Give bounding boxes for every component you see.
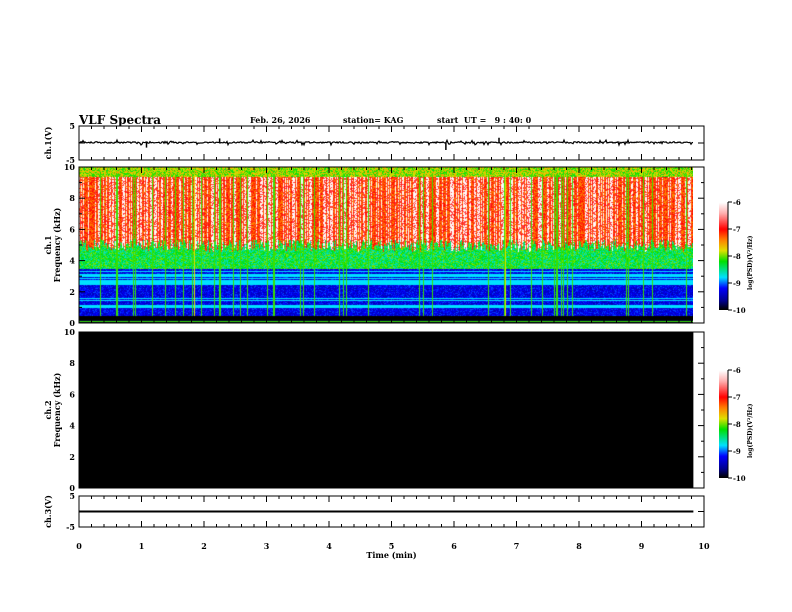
y-axis-label: ch.1(V) bbox=[43, 126, 53, 159]
y-axis-label: Frequency (kHz) bbox=[52, 372, 62, 447]
colorbar-tick-label: -7 bbox=[733, 225, 741, 234]
x-tick-label: 9 bbox=[639, 541, 645, 551]
start-time-label: start UT = 9 : 40: 0 bbox=[437, 115, 532, 125]
panel-frame bbox=[78, 166, 705, 324]
colorbar-tick-label: -9 bbox=[733, 279, 741, 288]
x-tick-label: 10 bbox=[698, 541, 710, 551]
y-tick-label: 10 bbox=[64, 327, 76, 337]
colorbar-tick-label: -6 bbox=[733, 198, 741, 207]
x-tick-label: 1 bbox=[139, 541, 145, 551]
x-tick-label: 4 bbox=[326, 541, 332, 551]
figure-title: VLF Spectra bbox=[78, 113, 161, 127]
x-tick-label: 6 bbox=[451, 541, 457, 551]
y-axis-label: Frequency (kHz) bbox=[52, 207, 62, 282]
colorbar-tick-label: -10 bbox=[733, 306, 746, 315]
colorbar-label: log(PSD)(V²/Hz) bbox=[747, 235, 754, 290]
y-tick-label: -5 bbox=[66, 522, 75, 532]
figure-svg: VLF Spectra Feb. 26, 2026 station= KAG s… bbox=[43, 113, 754, 560]
y-tick-label: 2 bbox=[69, 287, 75, 297]
y-tick-label: 6 bbox=[69, 224, 75, 234]
y-axis-label: ch.3(V) bbox=[43, 495, 53, 528]
y-tick-label: 8 bbox=[69, 193, 75, 203]
y-tick-label: 4 bbox=[69, 256, 75, 266]
colorbar-tick-label: -7 bbox=[733, 393, 741, 402]
ch2-spectrogram-fill bbox=[79, 332, 694, 488]
y-tick-label: 5 bbox=[69, 121, 75, 131]
colorbar-tick-label: -8 bbox=[733, 252, 741, 261]
y-tick-label: 6 bbox=[69, 389, 75, 399]
y-tick-label: 2 bbox=[69, 452, 75, 462]
vlf-spectra-figure: VLF Spectra Feb. 26, 2026 station= KAG s… bbox=[0, 0, 792, 612]
colorbar-label: log(PSD)(V²/Hz) bbox=[747, 403, 754, 458]
y-tick-label: 8 bbox=[69, 358, 75, 368]
y-tick-label: 5 bbox=[69, 491, 75, 501]
x-tick-label: 3 bbox=[264, 541, 270, 551]
colorbar-tick-label: -8 bbox=[733, 420, 741, 429]
y-tick-label: 10 bbox=[64, 162, 76, 172]
colorbar-tick-label: -9 bbox=[733, 447, 741, 456]
x-axis-label: Time (min) bbox=[366, 550, 416, 560]
x-tick-label: 2 bbox=[201, 541, 207, 551]
station-label: station= KAG bbox=[343, 115, 404, 125]
colorbar-tick-label: -10 bbox=[733, 474, 746, 483]
x-tick-label: 0 bbox=[76, 541, 82, 551]
date-label: Feb. 26, 2026 bbox=[250, 115, 311, 125]
x-tick-label: 7 bbox=[514, 541, 520, 551]
colorbar-tick-label: -6 bbox=[733, 366, 741, 375]
x-tick-label: 8 bbox=[576, 541, 582, 551]
y-tick-label: 4 bbox=[69, 421, 75, 431]
ch1-waveform-line bbox=[78, 138, 694, 147]
